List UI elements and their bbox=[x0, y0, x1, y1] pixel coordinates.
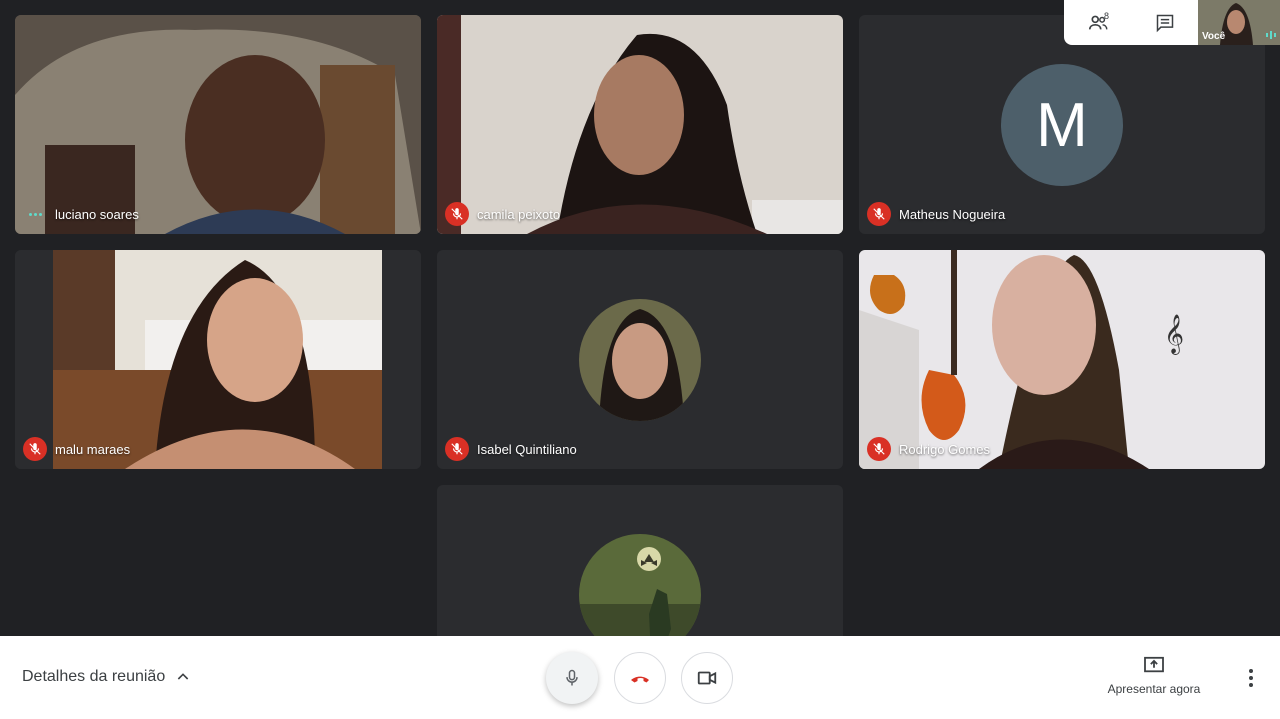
present-now-label: Apresentar agora bbox=[1107, 682, 1201, 696]
participants-button[interactable]: 8 bbox=[1064, 0, 1131, 45]
participant-tile-7[interactable] bbox=[437, 485, 843, 636]
meeting-details-button[interactable]: Detalhes da reunião bbox=[22, 668, 191, 686]
self-label: Você bbox=[1202, 31, 1226, 42]
mic-off-icon bbox=[867, 202, 891, 226]
participant-name-row: luciano soares bbox=[23, 202, 139, 226]
participant-name-row: camila peixoto bbox=[445, 202, 560, 226]
avatar bbox=[579, 534, 701, 636]
more-options-button[interactable] bbox=[1240, 666, 1262, 690]
participant-name: Matheus Nogueira bbox=[899, 206, 1006, 222]
top-right-panel: 8 Você bbox=[1064, 0, 1280, 45]
video-grid: luciano soares camila peixoto M Matheus … bbox=[0, 0, 1280, 636]
participant-tile-rodrigo[interactable]: 𝄞 Rodrigo Gomes bbox=[859, 250, 1265, 469]
chevron-up-icon bbox=[177, 673, 189, 680]
bottom-control-bar: Detalhes da reunião Apresentar agora bbox=[0, 636, 1280, 719]
participant-tile-isabel[interactable]: Isabel Quintiliano bbox=[437, 250, 843, 469]
participant-name: camila peixoto bbox=[477, 206, 561, 222]
hang-up-icon bbox=[631, 676, 649, 683]
mic-off-icon bbox=[445, 202, 469, 226]
participant-count-badge: 8 bbox=[1104, 11, 1110, 21]
meeting-details-label: Detalhes da reunião bbox=[22, 668, 166, 685]
participant-name: Isabel Quintiliano bbox=[477, 441, 577, 457]
participant-name-row: malu maraes bbox=[23, 437, 130, 461]
camera-button[interactable] bbox=[681, 652, 733, 704]
participant-tile-malu[interactable]: malu maraes bbox=[15, 250, 421, 469]
mic-off-icon bbox=[445, 437, 469, 461]
avatar bbox=[579, 299, 701, 421]
present-now-button[interactable]: Apresentar agora bbox=[1096, 656, 1212, 696]
microphone-icon bbox=[566, 669, 578, 686]
participant-tile-luciano[interactable]: luciano soares bbox=[15, 15, 421, 234]
participant-name-row: Matheus Nogueira bbox=[867, 202, 1005, 226]
svg-text:𝄞: 𝄞 bbox=[1164, 314, 1184, 355]
chat-button[interactable] bbox=[1131, 0, 1198, 45]
participant-name: malu maraes bbox=[55, 441, 131, 457]
participant-tile-matheus[interactable]: M Matheus Nogueira bbox=[859, 15, 1265, 234]
video-camera-icon bbox=[697, 671, 717, 685]
mic-off-icon bbox=[23, 437, 47, 461]
avatar: M bbox=[1001, 64, 1123, 186]
self-view[interactable]: Você bbox=[1198, 0, 1280, 45]
mic-off-icon bbox=[867, 437, 891, 461]
speaking-indicator-icon bbox=[23, 202, 47, 226]
more-vert-icon bbox=[1249, 669, 1253, 673]
speaking-indicator-icon bbox=[1266, 31, 1276, 39]
microphone-button[interactable] bbox=[546, 652, 598, 704]
participant-name-row: Rodrigo Gomes bbox=[867, 437, 990, 461]
chat-icon bbox=[1156, 14, 1173, 32]
participant-name-row: Isabel Quintiliano bbox=[445, 437, 577, 461]
present-screen-icon bbox=[1144, 656, 1164, 673]
participant-name: luciano soares bbox=[55, 206, 139, 222]
leave-call-button[interactable] bbox=[614, 652, 666, 704]
participant-name: Rodrigo Gomes bbox=[899, 441, 991, 457]
participant-tile-camila[interactable]: camila peixoto bbox=[437, 15, 843, 234]
